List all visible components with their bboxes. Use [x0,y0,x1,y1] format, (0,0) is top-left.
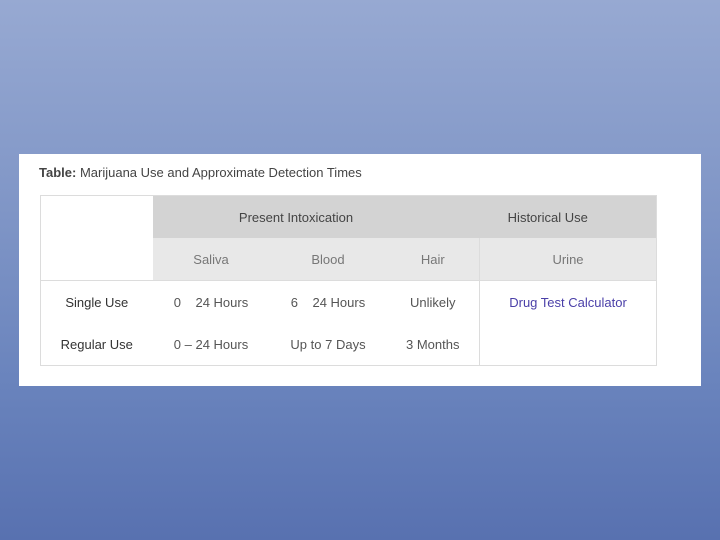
table-row: Regular Use 0 – 24 Hours Up to 7 Days 3 … [40,323,658,366]
column-header-saliva: Saliva [152,238,270,281]
detection-times-table: Present Intoxication Historical Use Sali… [40,195,658,366]
cell-single-hair: Unlikely [386,280,480,323]
caption-prefix: Table: [39,165,77,180]
row-label-regular-use: Regular Use [40,323,153,366]
table-row: Single Use 0 24 Hours 6 24 Hours Unlikel… [40,280,658,323]
cell-regular-urine [479,323,658,366]
table-group-header-row: Present Intoxication Historical Use [40,195,658,238]
cell-regular-hair: 3 Months [386,323,480,366]
cell-single-blood: 6 24 Hours [269,280,387,323]
table-corner-cell [40,238,153,281]
content-card: Table: Marijuana Use and Approximate Det… [19,154,701,386]
cell-regular-saliva: 0 – 24 Hours [152,323,270,366]
table-corner-cell [40,195,153,238]
drug-test-calculator-link[interactable]: Drug Test Calculator [479,280,658,323]
group-header-present-intoxication: Present Intoxication [152,195,480,238]
table-caption: Table: Marijuana Use and Approximate Det… [39,165,362,180]
table-column-header-row: Saliva Blood Hair Urine [40,238,658,281]
cell-single-saliva: 0 24 Hours [152,280,270,323]
column-header-blood: Blood [269,238,387,281]
column-header-hair: Hair [386,238,480,281]
cell-regular-blood: Up to 7 Days [269,323,387,366]
caption-title: Marijuana Use and Approximate Detection … [79,165,362,180]
group-header-historical-use: Historical Use [479,195,658,238]
row-label-single-use: Single Use [40,280,153,323]
column-header-urine: Urine [479,238,658,281]
